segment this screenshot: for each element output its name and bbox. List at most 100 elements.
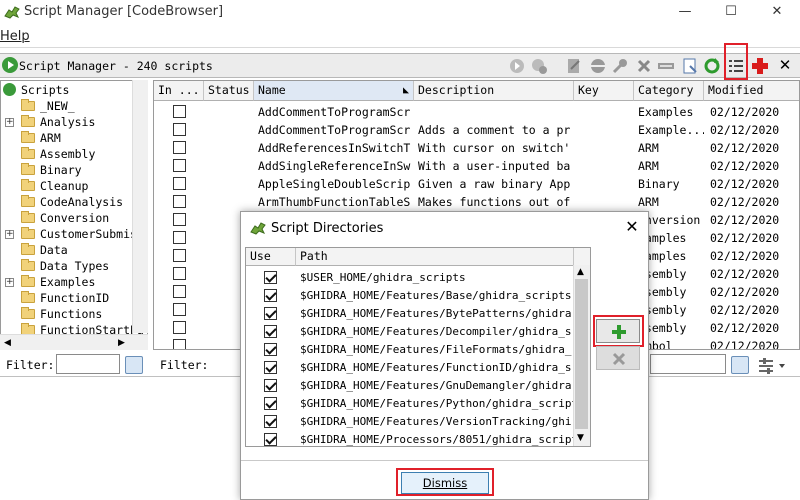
in-tool-checkbox[interactable]: [173, 267, 186, 280]
in-tool-checkbox[interactable]: [173, 195, 186, 208]
script-modified: 02/12/2020: [710, 195, 780, 209]
tree-filter-options-icon[interactable]: [125, 356, 143, 374]
script-modified: 02/12/2020: [710, 321, 780, 335]
directory-row[interactable]: $GHIDRA_HOME/Features/VersionTracking/gh…: [246, 413, 574, 431]
maximize-button[interactable]: ☐: [708, 0, 754, 26]
directory-row[interactable]: $GHIDRA_HOME/Processors/8051/ghidra_scri…: [246, 431, 574, 446]
close-tool-button[interactable]: ✕: [776, 56, 794, 74]
scroll-left-icon[interactable]: ◀: [4, 338, 11, 348]
column-header-name[interactable]: Name ◣: [254, 81, 414, 101]
in-tool-checkbox[interactable]: [173, 231, 186, 244]
scroll-right-icon[interactable]: ▶: [118, 338, 125, 348]
table-row[interactable]: AddCommentToProgramScr... Examples 02/12/2…: [154, 103, 799, 121]
use-directory-checkbox[interactable]: [264, 433, 277, 446]
in-tool-checkbox[interactable]: [173, 177, 186, 190]
column-header-description[interactable]: Description: [414, 81, 574, 101]
run-script-icon[interactable]: [2, 57, 18, 73]
window-close-button[interactable]: ✕: [754, 0, 800, 26]
tool-title: Script Manager - 240 scripts: [19, 59, 213, 73]
directory-row[interactable]: $GHIDRA_HOME/Features/Decompiler/ghidra_…: [246, 323, 574, 341]
use-directory-checkbox[interactable]: [264, 343, 277, 356]
expand-icon[interactable]: +: [5, 278, 14, 287]
table-row[interactable]: AddReferencesInSwitchT... With cursor on …: [154, 139, 799, 157]
key-binding-icon[interactable]: [611, 57, 629, 75]
script-modified: 02/12/2020: [710, 285, 780, 299]
tree-filter-input[interactable]: [56, 354, 120, 374]
column-header-use[interactable]: Use: [246, 248, 296, 266]
table-filter-input[interactable]: [650, 354, 726, 374]
in-tool-checkbox[interactable]: [173, 285, 186, 298]
script-category: ARM: [638, 159, 659, 173]
new-script-icon[interactable]: [681, 57, 699, 75]
remove-x-icon: [612, 352, 626, 366]
directory-path: $GHIDRA_HOME/Features/FileFormats/ghidra…: [300, 343, 574, 356]
column-header-path[interactable]: Path: [296, 248, 574, 266]
use-directory-checkbox[interactable]: [264, 361, 277, 374]
scroll-thumb[interactable]: [575, 279, 588, 429]
minimize-button[interactable]: —: [662, 0, 708, 26]
tree-horizontal-scrollbar[interactable]: ◀ ▶: [0, 334, 148, 350]
directory-row[interactable]: $GHIDRA_HOME/Features/FunctionID/ghidra_…: [246, 359, 574, 377]
directories-vertical-scrollbar[interactable]: ▲ ▼: [573, 265, 590, 446]
directory-row[interactable]: $GHIDRA_HOME/Features/Base/ghidra_script…: [246, 287, 574, 305]
folder-icon: [21, 147, 35, 159]
directory-row[interactable]: $GHIDRA_HOME/Features/BytePatterns/ghidr…: [246, 305, 574, 323]
in-tool-checkbox[interactable]: [173, 105, 186, 118]
script-category: Examples: [638, 105, 694, 119]
script-name: AddCommentToProgramScr...: [258, 105, 412, 119]
tree-vertical-scrollbar[interactable]: [132, 80, 148, 333]
window-title: Script Manager [CodeBrowser]: [24, 4, 224, 19]
directory-row[interactable]: $USER_HOME/ghidra_scripts: [246, 269, 574, 287]
table-row[interactable]: ArmThumbFunctionTableS... Makes functions…: [154, 193, 799, 211]
use-directory-checkbox[interactable]: [264, 325, 277, 338]
use-directory-checkbox[interactable]: [264, 379, 277, 392]
highlight-add-button: [593, 315, 644, 347]
folder-icon: [21, 195, 35, 207]
run-last-script-icon[interactable]: [530, 57, 548, 75]
expand-icon[interactable]: +: [5, 118, 14, 127]
column-header-key[interactable]: Key: [574, 81, 634, 101]
in-tool-checkbox[interactable]: [173, 321, 186, 334]
delete-script-icon[interactable]: [635, 57, 653, 75]
directory-row[interactable]: $GHIDRA_HOME/Features/GnuDemangler/ghidr…: [246, 377, 574, 395]
column-settings-icon[interactable]: [757, 356, 787, 374]
rename-script-icon[interactable]: [657, 57, 675, 75]
use-directory-checkbox[interactable]: [264, 271, 277, 284]
in-tool-checkbox[interactable]: [173, 159, 186, 172]
use-directory-checkbox[interactable]: [264, 289, 277, 302]
table-row[interactable]: AddSingleReferenceInSw... With a user-inp…: [154, 157, 799, 175]
run-script-button-icon[interactable]: [508, 57, 526, 75]
directory-row[interactable]: $GHIDRA_HOME/Features/Python/ghidra_scri…: [246, 395, 574, 413]
in-tool-checkbox[interactable]: [173, 123, 186, 136]
table-row[interactable]: AppleSingleDoubleScrip... Given a raw bin…: [154, 175, 799, 193]
in-tool-checkbox[interactable]: [173, 339, 186, 349]
eclipse-icon[interactable]: [589, 57, 607, 75]
highlight-script-directories: [724, 43, 748, 80]
highlight-dismiss-button: [396, 468, 494, 496]
refresh-icon[interactable]: [703, 57, 721, 75]
scroll-up-icon[interactable]: ▲: [577, 267, 584, 277]
in-tool-checkbox[interactable]: [173, 303, 186, 316]
table-row[interactable]: AddCommentToProgramScr... Adds a comment …: [154, 121, 799, 139]
column-header-modified[interactable]: Modified: [704, 81, 799, 101]
in-tool-checkbox[interactable]: [173, 141, 186, 154]
dialog-close-button[interactable]: ✕: [622, 218, 642, 238]
folder-icon: [21, 115, 35, 127]
use-directory-checkbox[interactable]: [264, 415, 277, 428]
column-header-category[interactable]: Category: [634, 81, 704, 101]
scroll-down-icon[interactable]: ▼: [577, 433, 584, 443]
expand-icon[interactable]: +: [5, 230, 14, 239]
use-directory-checkbox[interactable]: [264, 307, 277, 320]
remove-directory-button[interactable]: [596, 346, 640, 370]
table-filter-options-icon[interactable]: [731, 356, 749, 374]
edit-script-icon[interactable]: [565, 57, 583, 75]
column-header-in-tool[interactable]: In ...: [154, 81, 204, 101]
script-description: Given a raw binary App...: [418, 177, 572, 191]
column-header-status[interactable]: Status: [204, 81, 254, 101]
use-directory-checkbox[interactable]: [264, 397, 277, 410]
directory-row[interactable]: $GHIDRA_HOME/Features/FileFormats/ghidra…: [246, 341, 574, 359]
in-tool-checkbox[interactable]: [173, 213, 186, 226]
help-cross-icon[interactable]: [751, 57, 769, 75]
menu-help[interactable]: Help: [0, 29, 30, 44]
in-tool-checkbox[interactable]: [173, 249, 186, 262]
